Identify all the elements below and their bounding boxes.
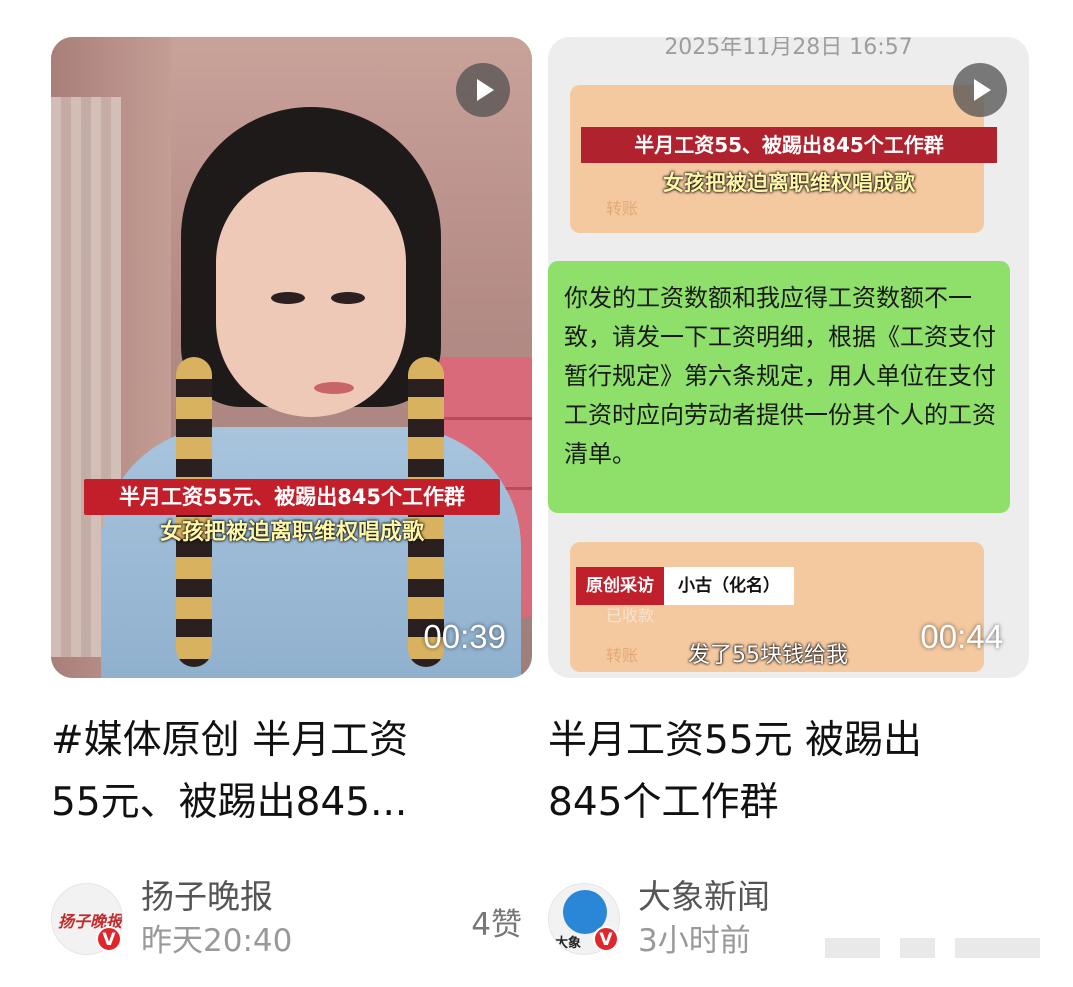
video-card-2[interactable]: 2025年11月28日 16:57 转账 半月工资55、被踢出845个工作群 女… — [548, 37, 1029, 959]
interview-tag: 原创采访 小古（化名） — [576, 567, 794, 605]
loading-placeholder — [825, 938, 1045, 958]
presenter-figure — [101, 97, 521, 678]
caption-headline: 半月工资55元、被踢出845个工作群 — [84, 479, 500, 515]
chat-message-text: 你发的工资数额和我应得工资数额不一致，请发一下工资明细，根据《工资支付暂行规定》… — [564, 284, 996, 468]
received-label: 已收款 — [606, 606, 655, 625]
verified-badge-icon: V — [593, 926, 619, 952]
video-meta: 扬子晚报 V 扬子晚报 昨天20:40 4赞 — [51, 875, 532, 965]
caption-subheadline: 女孩把被迫离职维权唱成歌 — [159, 520, 424, 545]
video-title[interactable]: 半月工资55元 被踢出 845个工作群 — [548, 710, 1029, 834]
video-duration: 00:39 — [423, 618, 506, 655]
video-title-line: 半月工资55元 被踢出 — [548, 718, 923, 763]
play-icon[interactable] — [953, 63, 1007, 117]
video-title-line: 55元、被踢出845... — [51, 780, 408, 825]
chat-timestamp: 2025年11月28日 16:57 — [664, 37, 913, 60]
transfer-label: 转账 — [606, 646, 639, 665]
chat-message-bubble: 你发的工资数额和我应得工资数额不一致，请发一下工资明细，根据《工资支付暂行规定》… — [548, 261, 1010, 513]
verified-badge-icon: V — [96, 926, 122, 952]
video-thumbnail-2[interactable]: 2025年11月28日 16:57 转账 半月工资55、被踢出845个工作群 女… — [548, 37, 1029, 678]
publish-time: 昨天20:40 — [141, 923, 293, 959]
interviewee-name: 小古（化名） — [664, 567, 794, 605]
video-title[interactable]: #媒体原创 半月工资 55元、被踢出845... — [51, 710, 532, 834]
author-name[interactable]: 大象新闻 — [638, 875, 770, 919]
video-card-1[interactable]: 半月工资55元、被踢出845个工作群 女孩把被迫离职维权唱成歌 00:39 #媒… — [51, 37, 532, 959]
video-title-line: 845个工作群 — [548, 780, 779, 825]
caption-headline: 半月工资55、被踢出845个工作群 — [581, 127, 997, 163]
video-duration: 00:44 — [920, 618, 1003, 655]
publish-time: 3小时前 — [638, 923, 751, 959]
play-icon[interactable] — [456, 63, 510, 117]
interview-tag-label: 原创采访 — [576, 567, 664, 605]
video-thumbnail-1[interactable]: 半月工资55元、被踢出845个工作群 女孩把被迫离职维权唱成歌 00:39 — [51, 37, 532, 678]
video-subtitle: 发了55块钱给我 — [688, 643, 848, 668]
avatar-logo-text: 大象 — [555, 936, 582, 951]
video-title-line: #媒体原创 半月工资 — [51, 718, 409, 763]
caption-subheadline: 女孩把被迫离职维权唱成歌 — [663, 171, 915, 195]
author-name[interactable]: 扬子晚报 — [141, 875, 273, 919]
like-count: 4赞 — [471, 907, 522, 943]
